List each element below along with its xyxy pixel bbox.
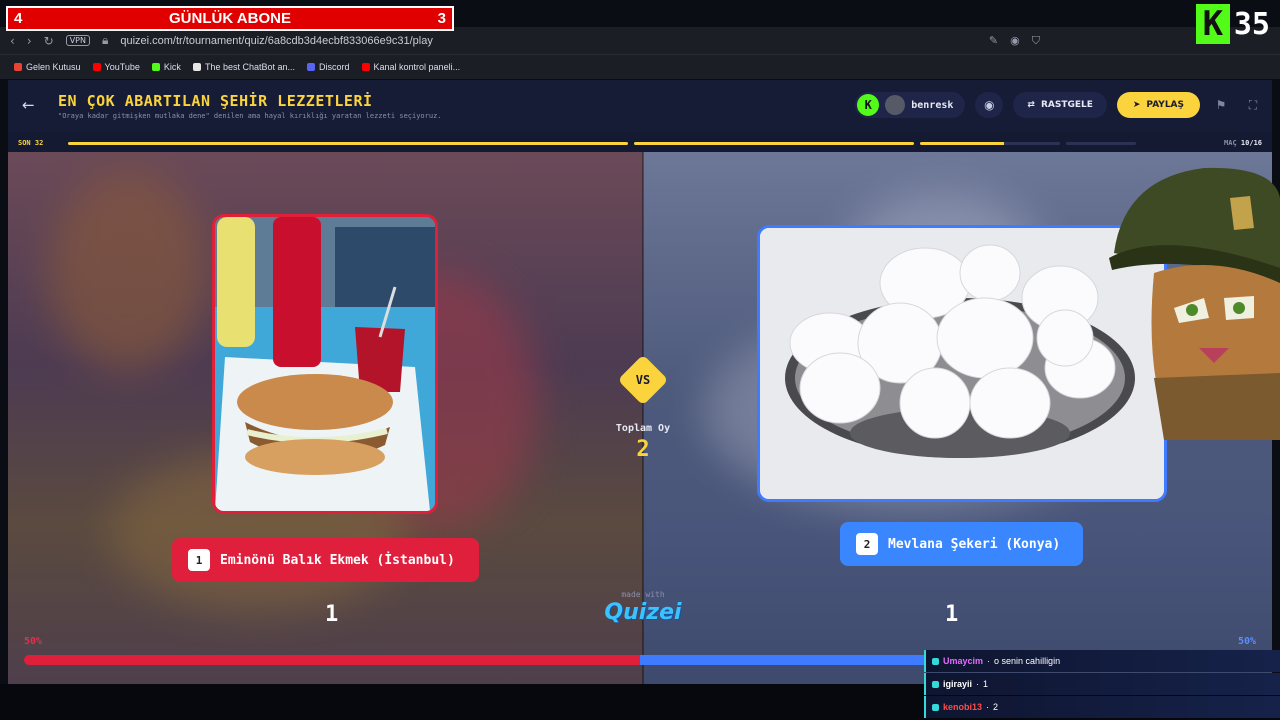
sub-right-count: 3	[437, 10, 446, 27]
edit-icon[interactable]: ✎	[989, 34, 998, 48]
kick-viewer-counter: K 35	[1195, 4, 1270, 44]
chat-username[interactable]: igirayii	[943, 679, 972, 689]
eye-icon[interactable]: ◉	[975, 92, 1004, 118]
chat-username[interactable]: kenobi13	[943, 702, 982, 712]
bookmark-kick[interactable]: Kick	[151, 62, 181, 72]
bookmark-gmail[interactable]: Gelen Kutusu	[14, 62, 81, 72]
vote-share-red	[24, 655, 640, 665]
chatbot-icon	[192, 63, 201, 71]
kick-user-icon: K	[857, 94, 880, 116]
youtube-studio-icon	[361, 63, 370, 71]
option-2-button[interactable]: 2 Mevlana Şekeri (Konya)	[840, 522, 1083, 566]
chat-badge-icon	[932, 680, 939, 688]
kick-logo-icon: K	[1195, 4, 1230, 44]
browser-chrome: ‹ › ↻ VPN 🔒︎ quizei.com/tr/tournament/qu…	[0, 27, 1280, 79]
bookmark-discord[interactable]: Discord	[307, 62, 350, 72]
chat-separator: ·	[987, 656, 991, 666]
kick-icon	[151, 63, 160, 71]
chat-badge-icon	[932, 657, 939, 665]
quiz-header: ← EN ÇOK ABARTILAN ŞEHİR LEZZETLERİ "Ora…	[8, 80, 1272, 132]
header-actions: K benresk ◉ ⇄ RASTGELE ➤ PAYLAŞ ⚑ ⛶	[855, 92, 1264, 118]
chat-message: kenobi13 · 2	[924, 696, 1280, 718]
stream-chat: Umaycim · o senin cahilligin igirayii · 1 keno…	[924, 650, 1280, 719]
bookmark-youtube[interactable]: YouTube	[92, 62, 140, 72]
progress-segment	[920, 141, 1060, 145]
vpn-badge[interactable]: VPN	[65, 35, 90, 46]
back-nav-icon[interactable]: ‹	[10, 34, 15, 48]
bookmarks-bar: Gelen Kutusu YouTube Kick The best ChatB…	[0, 54, 1280, 79]
left-option-image[interactable]	[212, 214, 438, 514]
progress-segment	[68, 141, 628, 145]
discord-icon	[307, 63, 315, 71]
page-title: EN ÇOK ABARTILAN ŞEHİR LEZZETLERİ	[58, 92, 373, 110]
reload-icon[interactable]: ↻	[44, 34, 54, 48]
random-button[interactable]: ⇄ RASTGELE	[1013, 92, 1107, 118]
option-1-percent: 50%	[24, 636, 43, 647]
option-2-percent: 50%	[1237, 636, 1256, 647]
made-with-label: made with	[621, 590, 665, 599]
chat-badge-icon	[932, 703, 939, 711]
round-label: SON 32	[18, 139, 44, 147]
chat-message: Umaycim · o senin cahilligin	[924, 650, 1280, 672]
fullscreen-icon[interactable]: ⛶	[1242, 98, 1264, 113]
lock-icon: 🔒︎	[101, 33, 109, 47]
chat-text: o senin cahilligin	[994, 656, 1061, 666]
share-button[interactable]: ➤ PAYLAŞ	[1116, 92, 1200, 118]
youtube-icon	[92, 63, 101, 71]
pixel-cat-soldier-overlay	[1109, 167, 1280, 440]
option-1-number: 1	[188, 549, 210, 571]
progress-segment	[634, 141, 914, 145]
fish-sandwich-illustration	[215, 217, 435, 511]
option-2-label: Mevlana Şekeri (Konya)	[888, 536, 1061, 552]
total-votes-label: Toplam Oy	[615, 423, 671, 434]
progress-segments	[68, 141, 1214, 145]
send-icon: ➤	[1132, 100, 1141, 110]
url-field[interactable]: quizei.com/tr/tournament/quiz/6a8cdb3d4e…	[120, 35, 433, 47]
gmail-icon	[14, 63, 22, 71]
user-pill[interactable]: K benresk	[855, 92, 966, 118]
option-1-votes: 1	[325, 602, 339, 627]
match-stage: 1 Eminönü Balık Ekmek (İstanbul) 2 Mevla…	[8, 152, 1272, 684]
shield-icon[interactable]: ⛉	[1032, 34, 1040, 48]
chat-message: igirayii · 1	[924, 673, 1280, 695]
back-arrow-icon[interactable]: ←	[22, 96, 35, 114]
tournament-progress: SON 32 MAÇ 10/16	[8, 134, 1272, 152]
bookmark-chatbot[interactable]: The best ChatBot an...	[192, 62, 295, 72]
username: benresk	[911, 99, 954, 111]
option-2-number: 2	[856, 533, 878, 555]
sub-banner-title: GÜNLÜK ABONE	[169, 10, 291, 27]
address-bar-row: ‹ › ↻ VPN 🔒︎ quizei.com/tr/tournament/qu…	[0, 27, 1280, 54]
chat-text: 2	[993, 702, 999, 712]
quizei-logo[interactable]: Quizei	[593, 600, 693, 625]
chat-text: 1	[983, 679, 989, 689]
page-subtitle: "Oraya kadar gitmişken mutlaka dene" den…	[58, 112, 442, 120]
quiz-app: ← EN ÇOK ABARTILAN ŞEHİR LEZZETLERİ "Ora…	[8, 80, 1272, 684]
chat-username[interactable]: Umaycim	[943, 656, 983, 666]
vs-label: VS	[635, 373, 651, 387]
total-votes-value: 2	[636, 437, 650, 462]
avatar	[885, 95, 906, 115]
flag-icon[interactable]: ⚑	[1210, 98, 1232, 112]
option-1-button[interactable]: 1 Eminönü Balık Ekmek (İstanbul)	[172, 538, 479, 582]
sub-left-count: 4	[14, 10, 23, 27]
chat-separator: ·	[986, 702, 990, 712]
daily-subs-banner: 4 GÜNLÜK ABONE 3	[6, 6, 454, 31]
kick-count: 35	[1233, 6, 1270, 42]
option-1-label: Eminönü Balık Ekmek (İstanbul)	[220, 552, 455, 568]
chat-separator: ·	[976, 679, 980, 689]
option-2-votes: 1	[945, 602, 959, 627]
match-counter: MAÇ 10/16	[1224, 139, 1262, 147]
shuffle-icon: ⇄	[1027, 100, 1035, 110]
camera-icon[interactable]: ◉	[1010, 34, 1020, 48]
bookmark-channel-panel[interactable]: Kanal kontrol paneli...	[361, 62, 460, 72]
progress-segment	[1066, 141, 1136, 145]
forward-nav-icon[interactable]: ›	[27, 34, 32, 48]
